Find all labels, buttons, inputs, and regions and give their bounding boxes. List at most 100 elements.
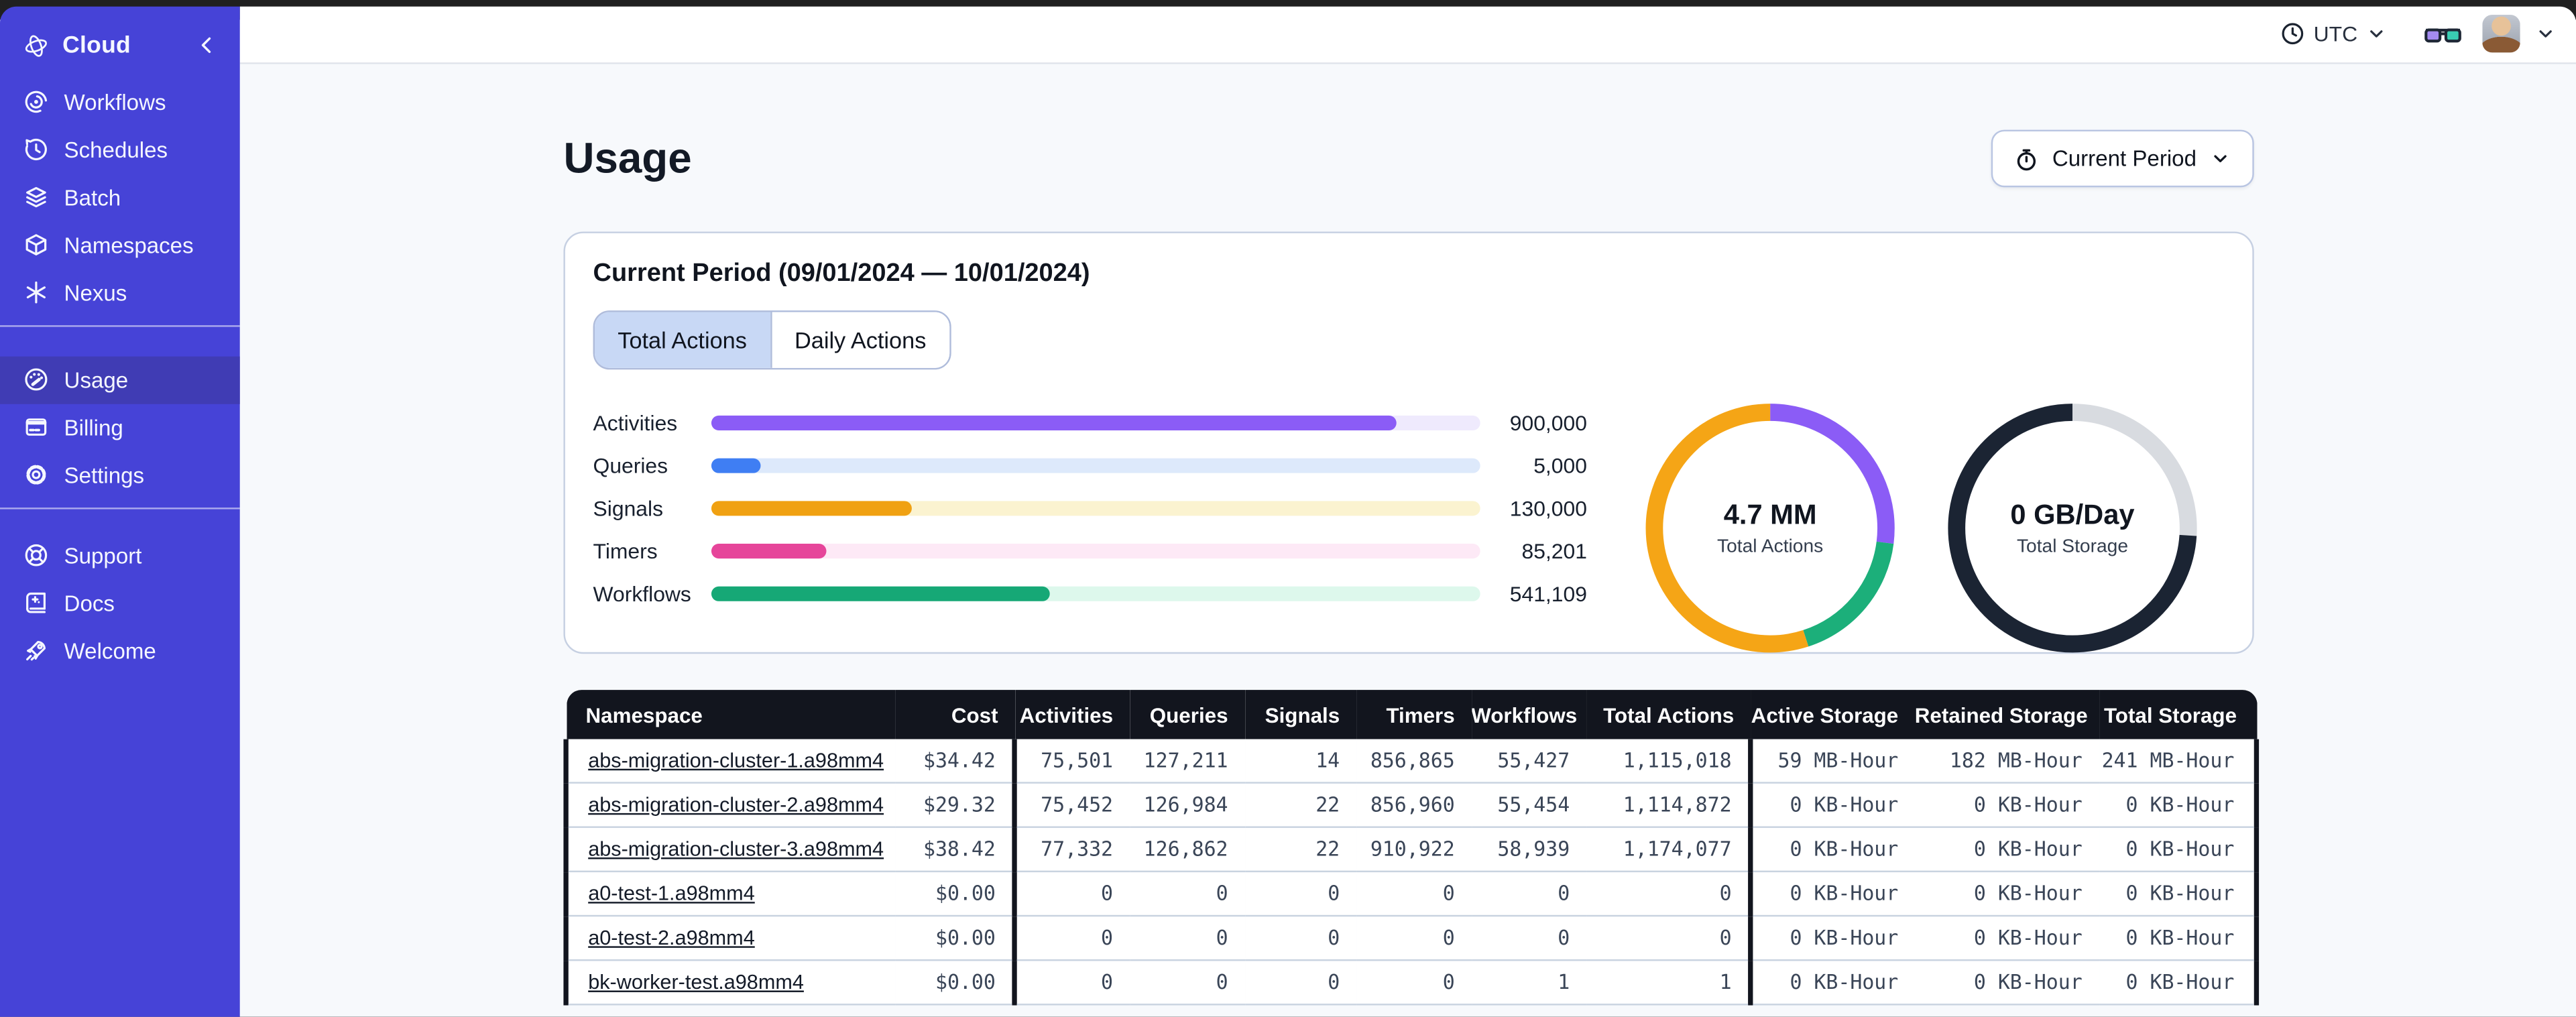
sidebar-divider	[0, 506, 240, 509]
table-row: a0-test-1.a98mm4 $0.00 0 0 0 0 0 0 0 KB-Hour 0 KB…	[563, 871, 2260, 917]
actions-tab-group: Total Actions Daily Actions	[593, 310, 951, 370]
bar-label: Signals	[593, 495, 664, 520]
sidebar-item-label: Docs	[64, 590, 115, 615]
timezone-selector[interactable]: UTC	[2281, 21, 2388, 46]
cell-timers: 0	[1356, 916, 1472, 961]
topbar: UTC	[239, 5, 2576, 64]
tab-daily-actions[interactable]: Daily Actions	[770, 312, 949, 368]
cell-namespace: a0-test-2.a98mm4	[563, 916, 895, 961]
cell-total_storage: 0 KB-Hour	[2099, 871, 2260, 917]
main-content: Usage Current Period Current Period (09/…	[240, 64, 2576, 1017]
table-row: abs-migration-cluster-2.a98mm4 $29.32 75,4…	[563, 782, 2260, 828]
bar-value: 5,000	[1533, 453, 1587, 477]
tab-total-actions[interactable]: Total Actions	[594, 312, 770, 368]
cell-workflows: 55,454	[1471, 782, 1586, 828]
column-header-timers: Timers	[1356, 690, 1472, 739]
bar-track	[711, 585, 1480, 601]
cell-cost: $0.00	[894, 960, 1015, 1006]
bar-row-activities: Activities 900,000	[593, 401, 1587, 444]
sidebar-item-workflows[interactable]: Workflows	[0, 78, 240, 125]
bar-row-signals: Signals 130,000	[593, 486, 1587, 529]
sidebar-item-label: Batch	[64, 184, 121, 210]
cell-timers: 856,960	[1356, 782, 1472, 828]
chevron-left-icon	[200, 37, 210, 54]
cell-signals: 0	[1244, 916, 1356, 961]
settings-icon	[23, 462, 49, 488]
bar-label: Queries	[593, 453, 668, 477]
namespace-link[interactable]: bk-worker-test.a98mm4	[588, 971, 804, 994]
column-header-activities: Activities	[1014, 690, 1130, 739]
cell-queries: 127,211	[1129, 739, 1245, 784]
cell-total_storage: 0 KB-Hour	[2099, 916, 2260, 961]
namespace-link[interactable]: abs-migration-cluster-3.a98mm4	[588, 838, 884, 861]
sidebar-item-namespaces[interactable]: Namespaces	[0, 221, 240, 269]
sidebar: Cloud Workflows Schedules Batch Namespaces N…	[0, 5, 240, 1017]
cell-retained_storage: 0 KB-Hour	[1914, 960, 2099, 1006]
donut-center-value: 4.7 MM	[1723, 499, 1817, 531]
cell-workflows: 0	[1471, 916, 1586, 961]
cell-total_storage: 0 KB-Hour	[2099, 960, 2260, 1006]
cell-cost: $38.42	[894, 827, 1015, 873]
sidebar-item-nexus[interactable]: Nexus	[0, 269, 240, 316]
batch-icon	[23, 184, 49, 210]
period-selector-button[interactable]: Current Period	[1991, 129, 2254, 188]
table-row: abs-migration-cluster-3.a98mm4 $38.42 77,3…	[563, 827, 2260, 873]
cell-workflows: 55,427	[1471, 739, 1586, 784]
cell-timers: 0	[1356, 960, 1472, 1006]
sidebar-item-welcome[interactable]: Welcome	[0, 627, 240, 674]
namespace-link[interactable]: a0-test-2.a98mm4	[588, 926, 755, 949]
cell-activities: 0	[1012, 960, 1130, 1006]
cell-signals: 0	[1244, 871, 1356, 917]
cell-total_actions: 0	[1586, 871, 1751, 917]
bar-row-queries: Queries 5,000	[593, 444, 1587, 487]
cell-active_storage: 0 KB-Hour	[1748, 960, 1915, 1006]
cell-cost: $0.00	[894, 916, 1015, 961]
sidebar-item-batch[interactable]: Batch	[0, 174, 240, 221]
reader-mode-button[interactable]	[2423, 23, 2463, 46]
column-header-active_storage: Active Storage	[1750, 690, 1915, 739]
cell-active_storage: 0 KB-Hour	[1748, 782, 1915, 828]
workflows-icon	[23, 88, 49, 115]
namespace-link[interactable]: abs-migration-cluster-1.a98mm4	[588, 749, 884, 772]
cell-namespace: a0-test-1.a98mm4	[563, 871, 895, 917]
sidebar-item-settings[interactable]: Settings	[0, 451, 240, 499]
cell-namespace: abs-migration-cluster-2.a98mm4	[563, 782, 895, 828]
actions-bar-chart: Activities 900,000 Queries 5,000 Signals 130,…	[593, 401, 1587, 615]
sidebar-nav-account: Usage Billing Settings	[0, 355, 240, 498]
cell-workflows: 58,939	[1471, 827, 1586, 873]
sidebar-item-label: Billing	[64, 414, 123, 440]
cell-retained_storage: 0 KB-Hour	[1914, 871, 2099, 917]
cell-total_actions: 1,114,872	[1586, 782, 1751, 828]
column-header-queries: Queries	[1129, 690, 1245, 739]
temporal-logo-icon	[23, 32, 49, 58]
sidebar-item-docs[interactable]: Docs	[0, 579, 240, 627]
cell-namespace: abs-migration-cluster-1.a98mm4	[563, 739, 895, 784]
cell-timers: 910,922	[1356, 827, 1472, 873]
cell-retained_storage: 0 KB-Hour	[1914, 916, 2099, 961]
app-window: Cloud Workflows Schedules Batch Namespaces N…	[0, 0, 2576, 1017]
sidebar-item-usage[interactable]: Usage	[0, 355, 240, 404]
cell-active_storage: 0 KB-Hour	[1748, 916, 1915, 961]
sidebar-item-label: Welcome	[64, 638, 156, 663]
namespace-link[interactable]: a0-test-1.a98mm4	[588, 882, 755, 905]
sidebar-item-schedules[interactable]: Schedules	[0, 125, 240, 173]
cell-cost: $34.42	[894, 739, 1015, 784]
cell-active_storage: 0 KB-Hour	[1748, 827, 1915, 873]
bar-value: 85,201	[1521, 538, 1587, 563]
cell-total_actions: 1,174,077	[1586, 827, 1751, 873]
chevron-down-icon	[2539, 30, 2552, 38]
cell-retained_storage: 182 MB-Hour	[1914, 739, 2099, 784]
cell-queries: 0	[1129, 871, 1245, 917]
sidebar-item-support[interactable]: Support	[0, 532, 240, 579]
donut-total-actions: 4.7 MM Total Actions	[1645, 402, 1896, 654]
sidebar-item-billing[interactable]: Billing	[0, 404, 240, 451]
docs-icon	[23, 590, 49, 616]
sidebar-collapse-button[interactable]	[190, 30, 220, 60]
cell-retained_storage: 0 KB-Hour	[1914, 827, 2099, 873]
cell-activities: 75,501	[1012, 739, 1130, 784]
bar-track	[711, 414, 1480, 430]
namespace-link[interactable]: abs-migration-cluster-2.a98mm4	[588, 793, 884, 816]
user-avatar[interactable]	[2482, 15, 2520, 54]
summary-donuts: 4.7 MM Total Actions 0 GB/Day Total Storage	[1645, 402, 2199, 654]
account-menu-button[interactable]	[2535, 23, 2557, 45]
